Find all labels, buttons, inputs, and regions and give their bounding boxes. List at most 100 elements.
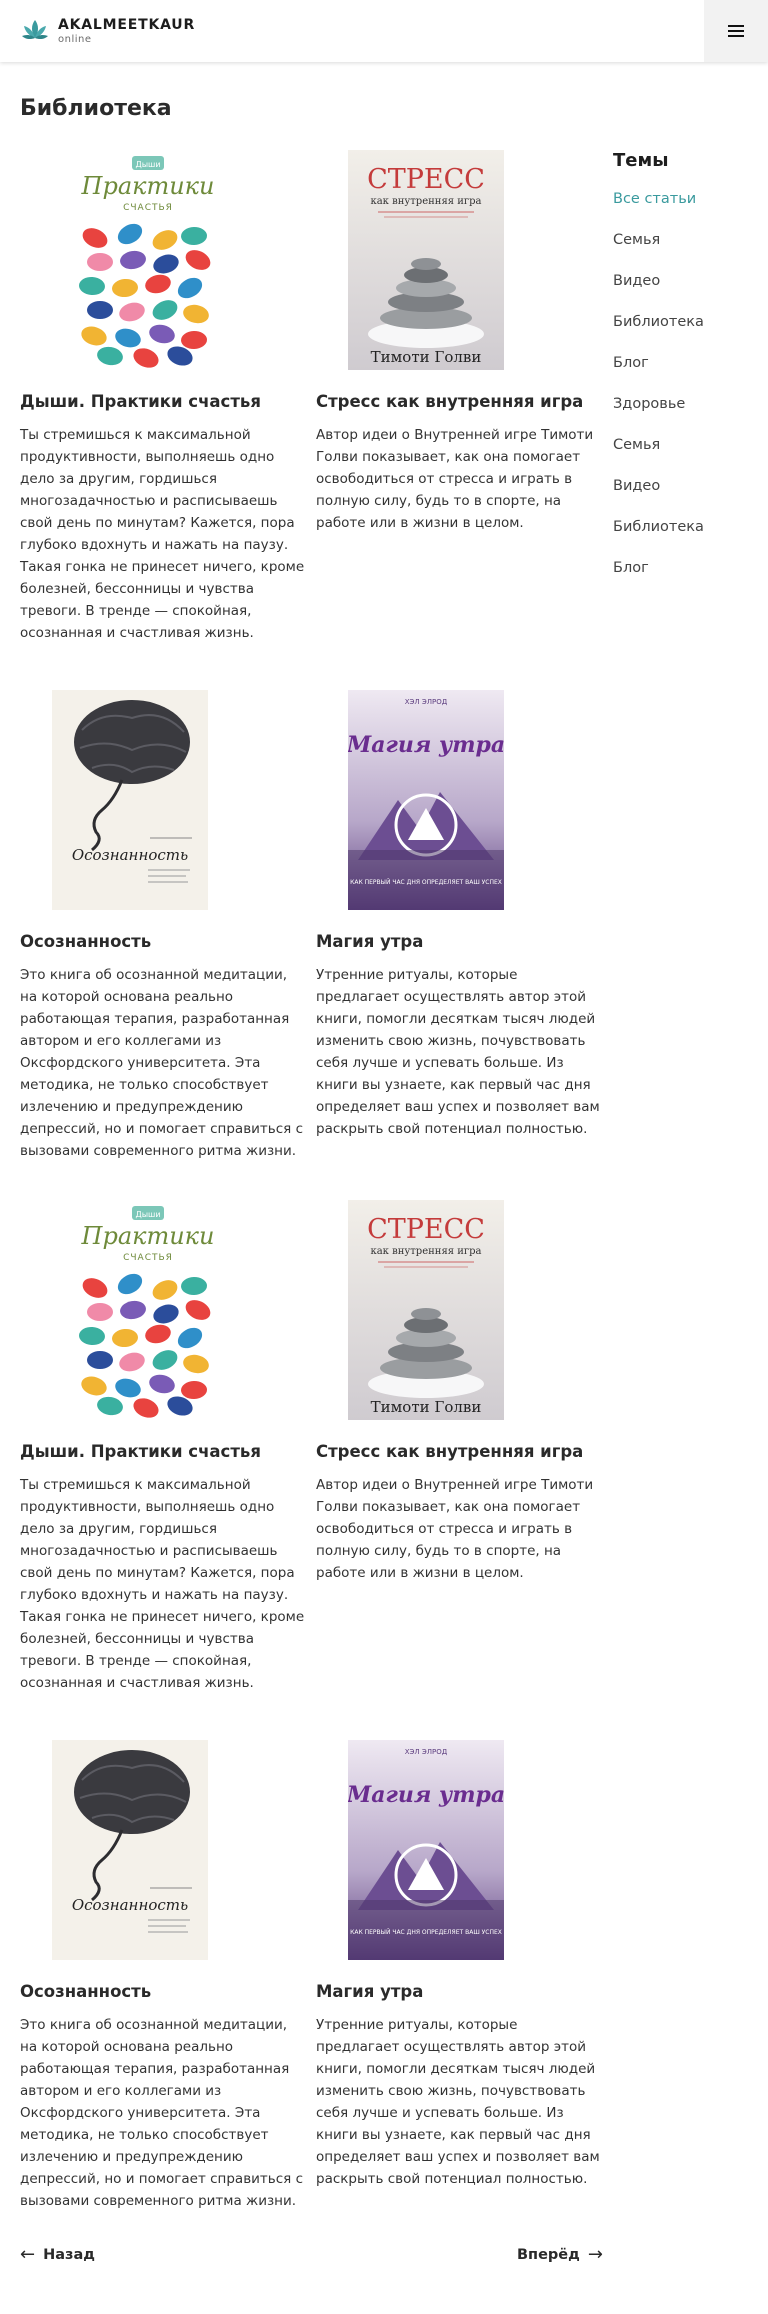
description-line: Голви показывает, как она помогает — [316, 449, 581, 465]
description-line: определяет ваш успех и позволяет вам — [316, 2149, 600, 2165]
book-cover[interactable]: ХЭЛ ЭЛРОД Магия утра КАК ПЕРВЫЙ ЧАС ДНЯ … — [348, 690, 504, 910]
book-description: Это книга об осознанной медитации, на кот… — [20, 2014, 305, 2212]
description-line: работе или в жизни в целом. — [316, 1565, 524, 1581]
topic-item[interactable]: Видео — [613, 476, 704, 517]
svg-text:Осознанность: Осознанность — [72, 846, 188, 864]
description-line: автором и его коллегами из — [20, 2083, 222, 2099]
description-line: книги вы узнаете, как первый час дня — [316, 2127, 591, 2143]
topic-item[interactable]: Здоровье — [613, 394, 704, 435]
arrow-right-icon: → — [587, 2244, 603, 2265]
book-description: Утренние ритуалы, которые предлагает осущ… — [316, 964, 601, 1140]
description-line: Голви показывает, как она помогает — [316, 1499, 581, 1515]
description-line: изменить свою жизнь, почувствовать — [316, 2083, 586, 2099]
book-card[interactable]: СТРЕСС как внутренняя игра Тимоти Голви … — [316, 1200, 601, 1660]
description-line: книги, помогли десяткам тысяч людей — [316, 2061, 596, 2077]
description-line: излечению и предупреждению — [20, 1099, 243, 1115]
book-title[interactable]: Осознанность — [20, 1982, 305, 2001]
book-cover[interactable]: СТРЕСС как внутренняя игра Тимоти Голви — [348, 150, 504, 370]
description-line: многозадачностью и расписываешь — [20, 1543, 278, 1559]
book-card[interactable]: Дыши Практики СЧАСТЬЯ Дыши. Практики сча… — [20, 1200, 305, 1691]
description-line: Ты стремишься к максимальной — [20, 427, 251, 443]
svg-text:Магия утра: Магия утра — [348, 1782, 504, 1808]
svg-text:СТРЕСС: СТРЕСС — [367, 1214, 485, 1245]
book-title[interactable]: Стресс как внутренняя игра — [316, 392, 601, 411]
book-cover-art: СТРЕСС как внутренняя игра Тимоти Голви — [348, 150, 504, 370]
description-line: Это книга об осознанной медитации, — [20, 967, 288, 983]
description-line: вызовами современного ритма жизни. — [20, 1143, 297, 1159]
book-title[interactable]: Дыши. Практики счастья — [20, 1442, 305, 1461]
description-line: Ты стремишься к максимальной — [20, 1477, 251, 1493]
book-card[interactable]: Осознанность Осознанность Это книга об ос… — [20, 690, 305, 1159]
description-line: осознанная и счастливая жизнь. — [20, 625, 254, 641]
book-card[interactable]: СТРЕСС как внутренняя игра Тимоти Голви … — [316, 150, 601, 610]
description-line: полную силу, будь то в спорте, на — [316, 493, 562, 509]
description-line: на которой основана реально — [20, 2039, 234, 2055]
svg-text:КАК ПЕРВЫЙ ЧАС ДНЯ ОПРЕДЕЛЯЕТ: КАК ПЕРВЫЙ ЧАС ДНЯ ОПРЕДЕЛЯЕТ ВАШ УСПЕХ — [350, 1929, 502, 1936]
book-description: Ты стремишься к максимальной продуктивнос… — [20, 424, 305, 644]
description-line: депрессий, но и помогает справиться с — [20, 2171, 304, 2187]
next-page-label: Вперёд — [517, 2246, 580, 2263]
book-title[interactable]: Магия утра — [316, 932, 601, 951]
book-card[interactable]: ХЭЛ ЭЛРОД Магия утра КАК ПЕРВЫЙ ЧАС ДНЯ … — [316, 1740, 601, 2200]
description-line: продуктивности, выполняешь одно — [20, 449, 275, 465]
description-line: Утренние ритуалы, которые — [316, 967, 518, 983]
topic-item-active[interactable]: Все статьи — [613, 189, 704, 230]
description-line: глубоко вдохнуть и нажать на паузу. — [20, 1587, 289, 1603]
book-card[interactable]: ХЭЛ ЭЛРОД Магия утра КАК ПЕРВЫЙ ЧАС ДНЯ … — [316, 690, 601, 1150]
book-title[interactable]: Магия утра — [316, 1982, 601, 2001]
svg-text:Тимоти Голви: Тимоти Голви — [371, 348, 482, 366]
book-cover[interactable]: Дыши Практики СЧАСТЬЯ — [70, 150, 226, 370]
svg-text:Дыши: Дыши — [135, 160, 160, 169]
topic-item[interactable]: Семья — [613, 435, 704, 476]
next-page-link[interactable]: Вперёд → — [517, 2244, 611, 2265]
description-line: Оксфордского университета. Эта — [20, 1055, 261, 1071]
menu-button[interactable] — [704, 0, 768, 62]
book-cover-art: СТРЕСС как внутренняя игра Тимоти Голви — [348, 1200, 504, 1420]
book-cover[interactable]: Дыши Практики СЧАСТЬЯ — [70, 1200, 226, 1420]
book-cover-art: ХЭЛ ЭЛРОД Магия утра КАК ПЕРВЫЙ ЧАС ДНЯ … — [348, 1740, 504, 1960]
prev-page-label: Назад — [43, 2246, 95, 2263]
book-cover[interactable]: ХЭЛ ЭЛРОД Магия утра КАК ПЕРВЫЙ ЧАС ДНЯ … — [348, 1740, 504, 1960]
arrow-left-icon: ← — [20, 2244, 36, 2265]
topics-list: Все статьи Семья Видео Библиотека Блог Здоров… — [613, 189, 704, 599]
book-description: Автор идеи о Внутренней игре Тимоти Голви… — [316, 424, 601, 534]
svg-text:СЧАСТЬЯ: СЧАСТЬЯ — [123, 1253, 173, 1263]
prev-page-link[interactable]: ← Назад — [20, 2244, 95, 2265]
description-line: освободиться от стресса и играть в — [316, 471, 573, 487]
book-title[interactable]: Осознанность — [20, 932, 305, 951]
book-card[interactable]: Осознанность Осознанность Это книга об ос… — [20, 1740, 305, 2209]
topic-item[interactable]: Семья — [613, 230, 704, 271]
book-cover[interactable]: СТРЕСС как внутренняя игра Тимоти Голви — [348, 1200, 504, 1420]
topic-item[interactable]: Библиотека — [613, 517, 704, 558]
description-line: многозадачностью и расписываешь — [20, 493, 278, 509]
topic-item[interactable]: Видео — [613, 271, 704, 312]
svg-text:Практики: Практики — [81, 172, 215, 200]
description-line: себя лучше и успевать больше. Из — [316, 1055, 564, 1071]
book-cover[interactable]: Осознанность — [52, 1740, 208, 1960]
topic-item[interactable]: Библиотека — [613, 312, 704, 353]
topic-item[interactable]: Блог — [613, 353, 704, 394]
topic-item[interactable]: Блог — [613, 558, 704, 599]
book-cover-art: Дыши Практики СЧАСТЬЯ — [70, 150, 226, 370]
description-line: раскрыть свой потенциал полностью. — [316, 2171, 588, 2187]
book-title[interactable]: Дыши. Практики счастья — [20, 392, 305, 411]
lotus-logo-icon — [22, 20, 48, 40]
book-cover[interactable]: Осознанность — [52, 690, 208, 910]
description-line: болезней, бессонницы и чувства — [20, 581, 254, 597]
logo-subtitle: online — [58, 33, 92, 45]
topics-title: Темы — [613, 150, 669, 171]
book-card[interactable]: Дыши Практики СЧАСТЬЯ Дыши. Практики сча… — [20, 150, 305, 641]
description-line: работающая терапия, разработанная — [20, 1011, 290, 1027]
description-line: предлагает осуществлять автор этой — [316, 2039, 587, 2055]
svg-text:Тимоти Голви: Тимоти Голви — [371, 1398, 482, 1416]
book-cover-art: Осознанность — [52, 690, 208, 910]
book-description: Ты стремишься к максимальной продуктивнос… — [20, 1474, 305, 1694]
description-line: Такая гонка не принесет ничего, кроме — [20, 1609, 305, 1625]
book-description: Это книга об осознанной медитации, на кот… — [20, 964, 305, 1162]
svg-text:Дыши: Дыши — [135, 1210, 160, 1219]
description-line: Оксфордского университета. Эта — [20, 2105, 261, 2121]
description-line: Автор идеи о Внутренней игре Тимоти — [316, 427, 594, 443]
description-line: излечению и предупреждению — [20, 2149, 243, 2165]
book-title[interactable]: Стресс как внутренняя игра — [316, 1442, 601, 1461]
logo[interactable]: AKALMEETKAUR online — [20, 16, 195, 46]
